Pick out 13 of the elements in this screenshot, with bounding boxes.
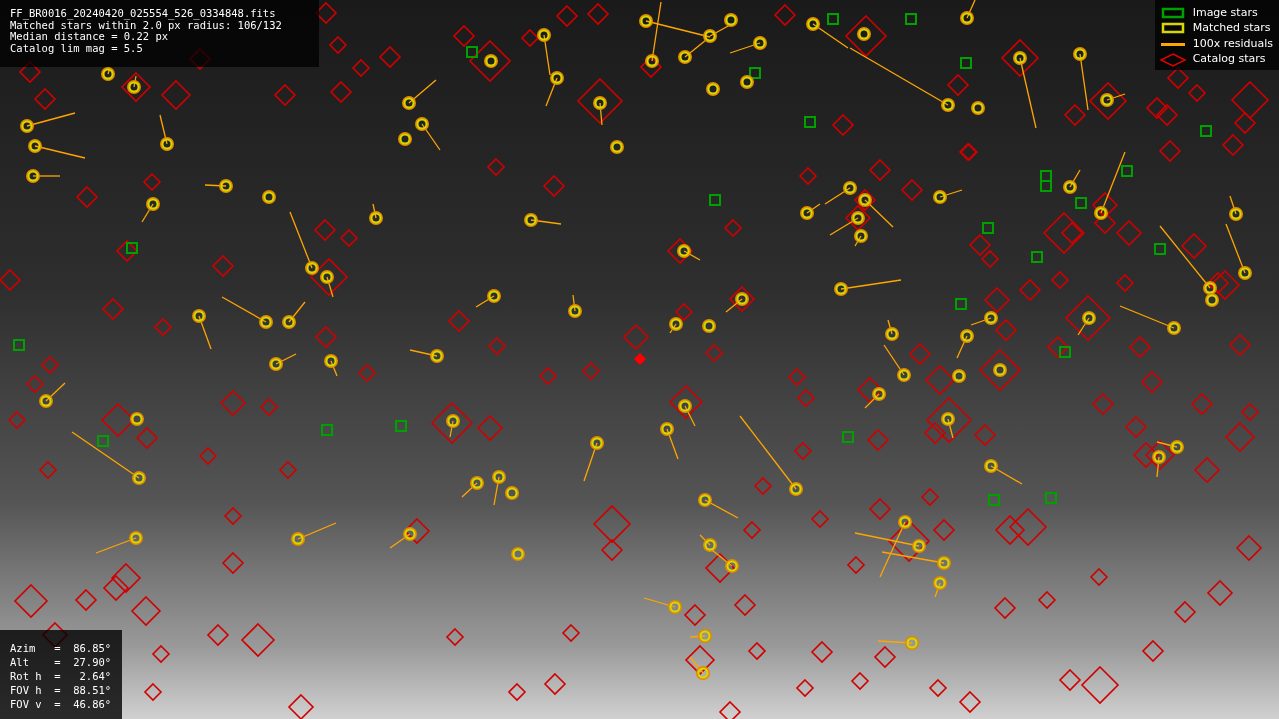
legend-label: Image stars — [1192, 4, 1258, 21]
pointing-text: Azim = 86.85° — [10, 641, 112, 655]
legend-label: Matched stars — [1192, 20, 1271, 37]
info-text: Matched stars within 2.0 px radius: 106/132 — [10, 19, 283, 31]
info-text: FF_BR0016_20240420_025554_526_0334848.fits — [10, 8, 277, 20]
pointing-text: Alt = 27.90° — [10, 655, 112, 669]
pointing-text: FOV h = 88.51° — [10, 683, 112, 697]
legend-label: 100x residuals — [1192, 35, 1273, 52]
info-text: Catalog lim mag = 5.5 — [10, 42, 144, 54]
info-text: Median distance = 0.22 px — [10, 31, 169, 43]
legend-label: Catalog stars — [1192, 51, 1266, 68]
pointing-text: FOV v = 46.86° — [10, 697, 112, 711]
pointing-text: Rot h = 2.64° — [10, 669, 112, 683]
